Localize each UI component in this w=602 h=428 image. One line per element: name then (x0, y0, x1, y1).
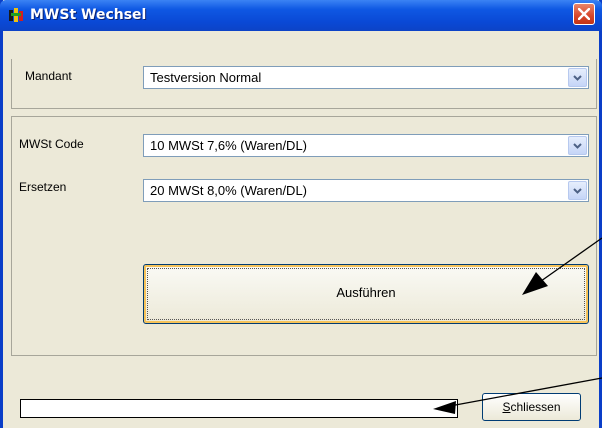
ausfuehren-button-label: Ausführen (336, 285, 396, 300)
app-icon (9, 8, 23, 22)
mwst-wechsel-window: MWSt Wechsel Mandant Testversion Normal … (0, 0, 602, 428)
window-title: MWSt Wechsel (30, 7, 147, 23)
chevron-down-icon[interactable] (568, 136, 587, 155)
mandant-select-value: Testversion Normal (150, 70, 262, 85)
schliessen-button-label: Schliessen (502, 400, 561, 414)
mwst-code-label: MWSt Code (19, 137, 84, 151)
mandant-label: Mandant (25, 69, 72, 83)
close-button[interactable] (573, 3, 595, 25)
chevron-down-icon[interactable] (568, 68, 587, 87)
progress-bar (20, 399, 458, 418)
close-icon (578, 8, 590, 20)
mwst-code-select[interactable]: 10 MWSt 7,6% (Waren/DL) (143, 134, 589, 157)
chevron-down-icon[interactable] (568, 181, 587, 200)
title-bar[interactable]: MWSt Wechsel (0, 0, 602, 31)
ersetzen-label: Ersetzen (19, 180, 67, 194)
ersetzen-select-value: 20 MWSt 8,0% (Waren/DL) (150, 183, 308, 198)
mwst-code-select-value: 10 MWSt 7,6% (Waren/DL) (150, 138, 308, 153)
ersetzen-select[interactable]: 20 MWSt 8,0% (Waren/DL) (143, 179, 589, 202)
mandant-select[interactable]: Testversion Normal (143, 66, 589, 89)
schliessen-button[interactable]: Schliessen (482, 393, 581, 421)
ausfuehren-button[interactable]: Ausführen (143, 264, 589, 324)
